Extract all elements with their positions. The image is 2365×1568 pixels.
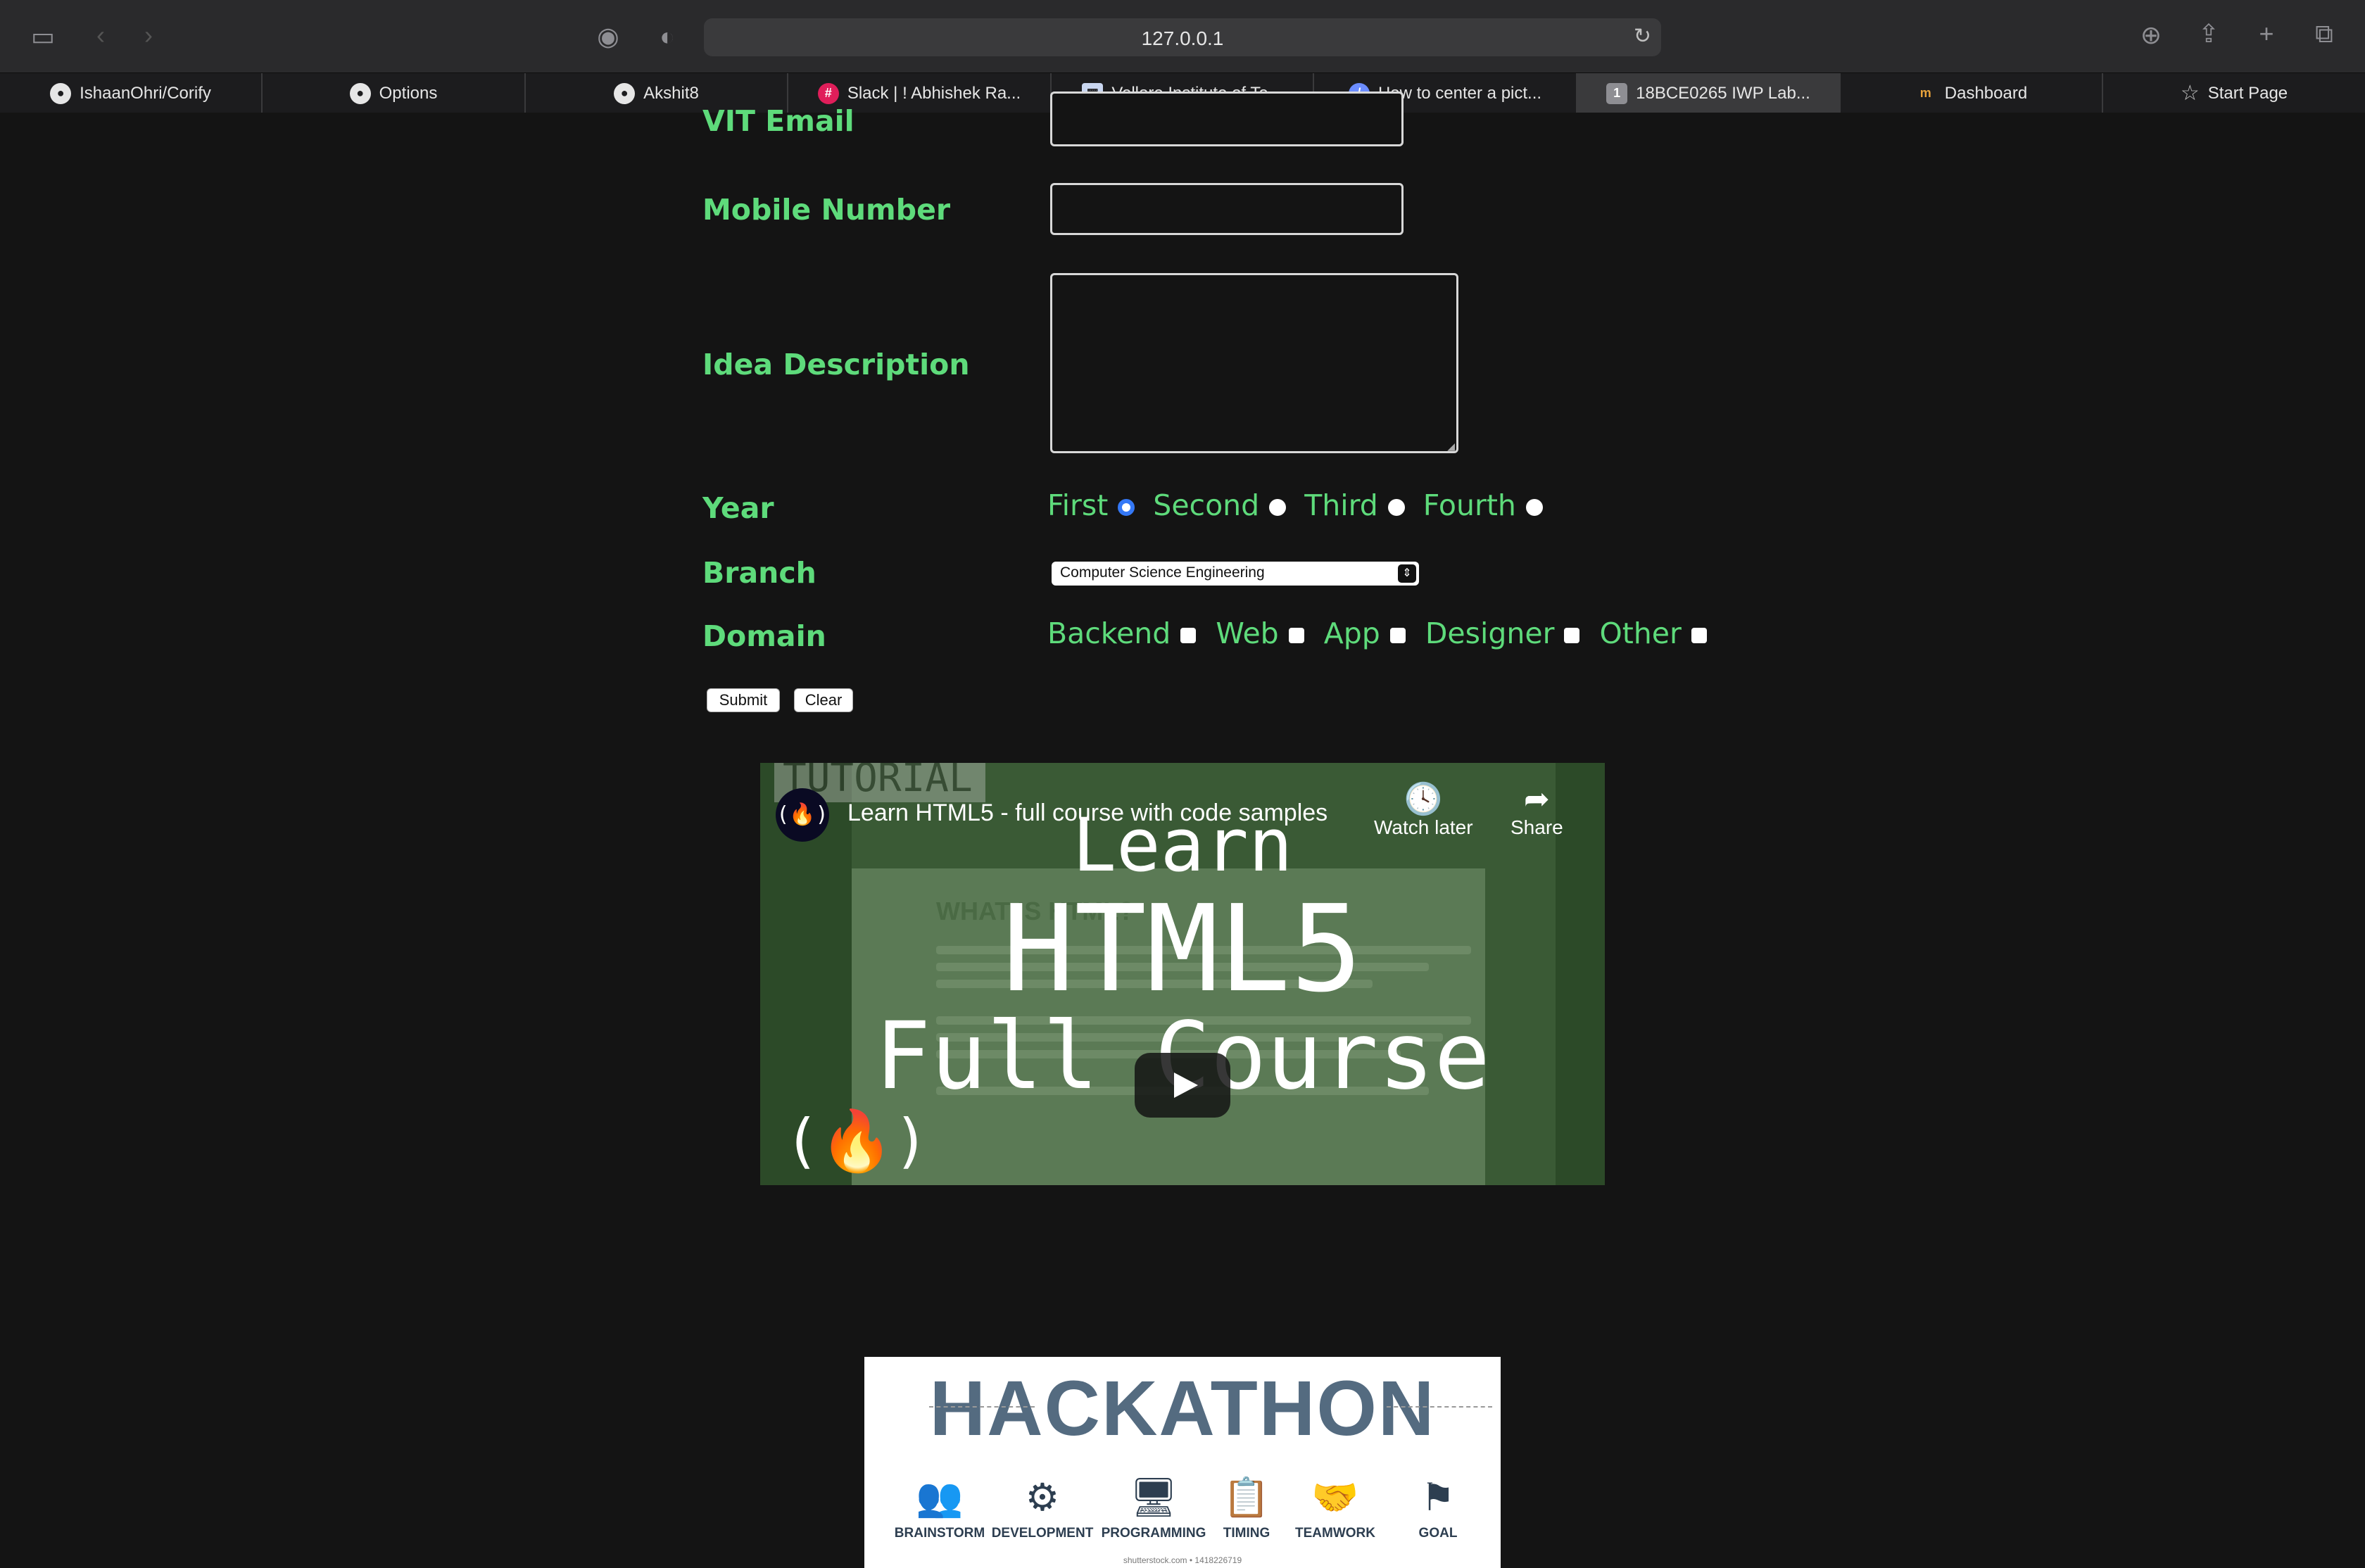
domain-app-label: App	[1323, 617, 1380, 650]
tab-start-page[interactable]: ☆ Start Page	[2103, 73, 2365, 113]
year-first-label: First	[1047, 488, 1109, 522]
domain-checkbox-group: Backend Web App Designer Other	[1047, 617, 1727, 650]
year-fourth-label: Fourth	[1423, 488, 1516, 522]
gears-icon: ⚙	[1025, 1477, 1060, 1519]
tab-dashboard[interactable]: m Dashboard	[1841, 73, 2103, 113]
submit-button[interactable]: Submit	[707, 688, 780, 712]
domain-designer-label: Designer	[1425, 617, 1555, 650]
domain-label: Domain	[702, 619, 826, 653]
new-tab-icon[interactable]: +	[2252, 21, 2281, 46]
browser-toolbar: ▭ ‹ › ◉ ◐ 127.0.0.1 ↻ ⊕ ⇪ + ⧉	[0, 0, 2365, 72]
domain-app-checkbox[interactable]	[1389, 628, 1406, 643]
watch-later-button[interactable]: 🕓 Watch later	[1374, 783, 1473, 839]
teamwork-hands-icon: 🤝	[1311, 1477, 1359, 1519]
year-label: Year	[702, 491, 774, 525]
dashed-connector	[929, 1406, 1035, 1408]
github-icon: ●	[349, 82, 371, 104]
clock-icon: 🕓	[1404, 782, 1443, 816]
year-radio-group: First Second Third Fourth	[1047, 488, 1561, 522]
share-arrow-icon: ➦	[1523, 782, 1550, 816]
grammarly-icon[interactable]: ◉	[595, 24, 621, 49]
resize-handle-icon[interactable]: ◢	[1447, 441, 1455, 453]
branch-select-value: Computer Science Engineering	[1060, 564, 1265, 581]
github-icon: ●	[50, 82, 72, 104]
page-icon: 1	[1606, 82, 1628, 104]
branch-select[interactable]: Computer Science Engineering ⇕	[1052, 562, 1419, 586]
tab-corify[interactable]: ● IshaanOhri/Corify	[0, 73, 263, 113]
tab-options[interactable]: ● Options	[263, 73, 526, 113]
tab-iwp-lab[interactable]: 1 18BCE0265 IWP Lab...	[1577, 73, 1841, 113]
address-bar[interactable]: 127.0.0.1 ↻	[704, 18, 1661, 56]
goal-flag-icon: ⚑	[1420, 1477, 1456, 1519]
hackathon-item: 👥 BRAINSTORM	[887, 1469, 992, 1541]
privacy-shield-icon[interactable]: ◐	[655, 24, 680, 49]
domain-web-label: Web	[1216, 617, 1279, 650]
branch-label: Branch	[702, 556, 816, 590]
domain-backend-checkbox[interactable]	[1180, 628, 1197, 643]
programming-monitor-icon: 🖥	[1129, 1477, 1178, 1519]
domain-backend-label: Backend	[1047, 617, 1171, 650]
page-content: VIT Email Mobile Number Idea Description…	[0, 91, 2365, 1568]
url-text: 127.0.0.1	[1141, 27, 1224, 49]
clear-button[interactable]: Clear	[794, 688, 853, 712]
year-first-radio[interactable]	[1118, 499, 1135, 516]
video-title[interactable]: Learn HTML5 - full course with code samp…	[847, 799, 1327, 827]
domain-other-checkbox[interactable]	[1691, 628, 1707, 643]
idea-description-textarea[interactable]: ◢	[1050, 273, 1458, 453]
year-second-label: Second	[1153, 488, 1260, 522]
mobile-number-field[interactable]	[1050, 183, 1404, 235]
year-third-label: Third	[1304, 488, 1378, 522]
reload-icon[interactable]: ↻	[1634, 24, 1651, 49]
vit-email-field[interactable]	[1050, 91, 1404, 146]
year-second-radio[interactable]	[1269, 499, 1287, 516]
channel-logo-icon[interactable]: (🔥)	[776, 788, 829, 842]
image-credit: shutterstock.com • 1418226719	[1123, 1555, 1242, 1565]
slack-icon: #	[817, 82, 839, 104]
select-arrows-icon: ⇕	[1398, 564, 1416, 583]
brainstorm-icon: 👥	[916, 1477, 964, 1519]
play-button[interactable]	[1135, 1053, 1230, 1118]
year-fourth-radio[interactable]	[1525, 499, 1543, 516]
domain-web-checkbox[interactable]	[1288, 628, 1304, 643]
hackathon-title: HACKATHON	[929, 1365, 1436, 1452]
hackathon-item: 🖥 PROGRAMMING	[1101, 1469, 1206, 1541]
share-video-button[interactable]: ➦ Share	[1511, 783, 1563, 839]
hackathon-item: ⚙ DEVELOPMENT	[990, 1469, 1095, 1541]
dashboard-icon: m	[1919, 86, 1931, 100]
dashed-connector	[1387, 1406, 1492, 1408]
hackathon-item: 🤝 TEAMWORK	[1282, 1469, 1388, 1541]
star-icon: ☆	[2180, 82, 2200, 105]
vit-email-label: VIT Email	[702, 104, 854, 138]
year-third-radio[interactable]	[1387, 499, 1405, 516]
embedded-video[interactable]: WHAT IS HTML? TUTORIAL Learn HTML5 Full …	[760, 763, 1605, 1185]
hackathon-item: ⚑ GOAL	[1385, 1469, 1491, 1541]
downloads-icon[interactable]: ⊕	[2137, 23, 2165, 48]
hackathon-image: HACKATHON 👥 BRAINSTORM ⚙ DEVELOPMENT 🖥 P…	[864, 1357, 1501, 1568]
domain-designer-checkbox[interactable]	[1564, 628, 1580, 643]
freecodecamp-logo-icon: (🔥)	[784, 1106, 929, 1175]
idea-description-label: Idea Description	[702, 348, 970, 381]
share-icon[interactable]: ⇪	[2195, 21, 2223, 46]
sidebar-toggle-icon[interactable]: ▭	[28, 24, 58, 49]
tab-overview-icon[interactable]: ⧉	[2310, 21, 2338, 46]
thumb-text-html5: HTML5	[1002, 880, 1363, 1019]
domain-other-label: Other	[1599, 617, 1682, 650]
mobile-number-label: Mobile Number	[702, 193, 951, 227]
github-icon: ●	[614, 82, 636, 104]
back-icon[interactable]: ‹	[90, 23, 111, 48]
forward-icon[interactable]: ›	[138, 23, 159, 48]
